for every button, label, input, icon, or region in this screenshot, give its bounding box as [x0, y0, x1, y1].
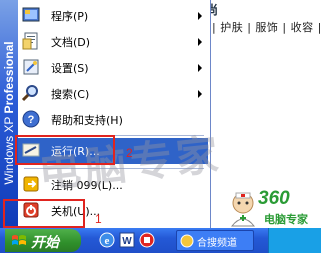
taskbar-window-button[interactable]: 合搜频道: [176, 230, 254, 251]
windows-flag-icon: [12, 235, 26, 245]
submenu-arrow-icon: [198, 64, 202, 72]
submenu-arrow-icon: [198, 90, 202, 98]
start-menu-banner: Windows XP Professional: [0, 0, 18, 228]
settings-icon: [23, 59, 39, 75]
submenu-arrow-icon: [198, 38, 202, 46]
logoff-icon: [23, 176, 39, 192]
menu-item-label: 帮助和支持(H): [51, 114, 123, 127]
menu-item-documents[interactable]: 文档(D): [18, 29, 208, 55]
start-button-label: 开始: [31, 235, 59, 251]
start-button[interactable]: 开始: [5, 229, 81, 252]
svg-text:?: ?: [28, 114, 35, 126]
taskbar: 开始 e W 合搜频道: [0, 228, 321, 253]
menu-item-label: 程序(P): [51, 10, 89, 23]
menu-item-search[interactable]: 搜索(C): [18, 81, 208, 107]
quicklaunch-red-icon[interactable]: [138, 231, 156, 249]
doctor-mascot-icon: [230, 192, 256, 227]
desktop-screen: 尚 | 护肤 | 服饰 | 收容 | 发型 Windows XP Profess…: [0, 0, 321, 253]
annotation-number-1: 1: [95, 212, 102, 226]
menu-item-label: 搜索(C): [51, 88, 90, 101]
banner-text: Windows XP Professional: [0, 18, 18, 208]
documents-icon: [22, 32, 38, 50]
menu-item-programs[interactable]: 程序(P): [18, 3, 208, 29]
annotation-number-2: 2: [126, 146, 133, 160]
svg-text:e: e: [105, 235, 110, 247]
logo-360: 360 电脑专家: [226, 188, 321, 230]
quicklaunch-ie-icon[interactable]: e: [98, 231, 116, 249]
system-tray: [268, 228, 321, 253]
banner-brand: Windows XP: [2, 116, 16, 185]
browser-icon: [180, 234, 194, 248]
webpage-nav-links[interactable]: | 护肤 | 服饰 | 收容 | 发型: [212, 19, 321, 35]
menu-item-settings[interactable]: 设置(S): [18, 55, 208, 81]
start-highlight-box: [3, 199, 85, 228]
submenu-arrow-icon: [198, 12, 202, 20]
help-icon: ?: [22, 110, 40, 128]
start-menu: Windows XP Professional 程序(P) 文档(D) 设置(S…: [0, 0, 211, 228]
menu-item-label: 文档(D): [51, 36, 91, 49]
menu-item-label: 设置(S): [51, 62, 89, 75]
taskbar-window-label: 合搜频道: [197, 238, 237, 249]
svg-text:W: W: [122, 236, 132, 247]
run-highlight-box: [15, 135, 115, 165]
banner-edition: Professional: [2, 41, 16, 114]
search-icon: [21, 85, 38, 102]
logo-name: 电脑专家: [264, 213, 308, 226]
programs-icon: [22, 7, 40, 22]
quicklaunch-app-icon[interactable]: W: [118, 231, 136, 249]
logo-number: 360: [258, 188, 290, 209]
